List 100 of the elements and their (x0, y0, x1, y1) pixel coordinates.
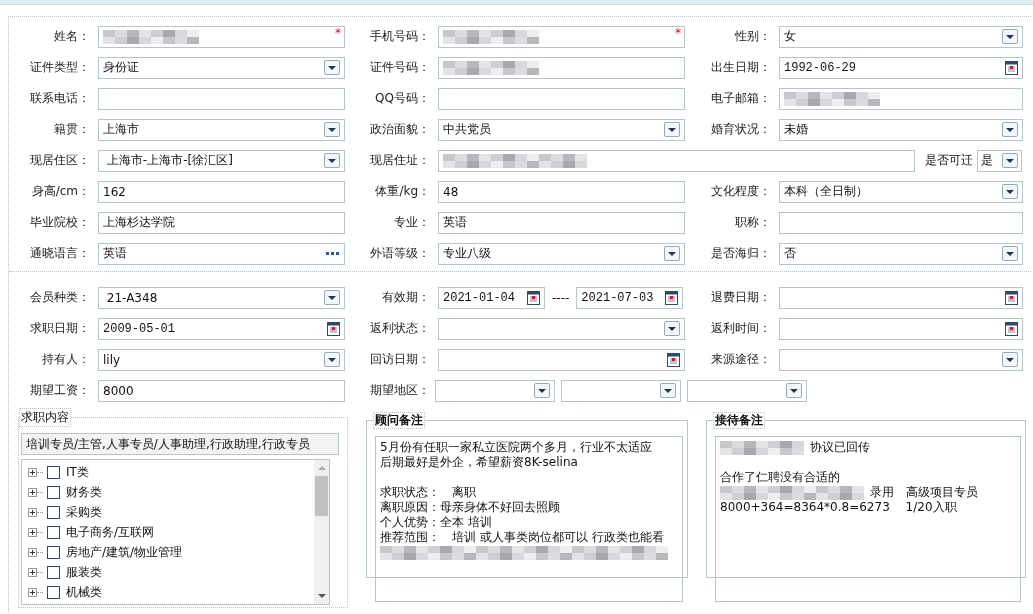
select-field[interactable]: 中共党员 (438, 118, 685, 141)
tree-item[interactable]: IT类 (66, 463, 89, 481)
tree-item[interactable]: 服装类 (66, 563, 102, 581)
field-label: 现居住区： (29, 152, 91, 169)
field-label: 婚育状况： (710, 121, 772, 138)
dropdown-button[interactable] (324, 290, 340, 305)
field-label: 返利时间： (710, 320, 772, 337)
expand-icon[interactable] (28, 547, 37, 557)
select-field[interactable] (438, 317, 685, 340)
checkbox[interactable] (47, 545, 60, 559)
calendar-icon[interactable] (667, 352, 680, 367)
select-field[interactable]: 身份证 (98, 56, 345, 79)
more-icon[interactable] (326, 251, 340, 256)
select-field[interactable] (561, 379, 681, 402)
date-field[interactable]: 1992-06-29 (779, 56, 1023, 79)
text-field[interactable]: * (98, 25, 345, 48)
text-field[interactable] (779, 87, 1023, 110)
dropdown-button[interactable] (1002, 184, 1018, 199)
calendar-icon[interactable] (327, 321, 340, 336)
checkbox[interactable] (47, 525, 60, 539)
tree-item[interactable]: 房地产/建筑/物业管理 (66, 543, 183, 561)
text-field[interactable] (98, 87, 345, 110)
date-field[interactable] (779, 317, 1023, 340)
required-mark: * (675, 25, 681, 40)
expand-icon[interactable] (28, 467, 37, 477)
calendar-icon[interactable] (1005, 290, 1018, 305)
dropdown-button[interactable] (534, 383, 550, 398)
select-field[interactable] (435, 379, 555, 402)
select-field[interactable]: 上海市-上海市-[徐汇区] (98, 149, 345, 172)
select-field[interactable]: 是 (977, 149, 1022, 172)
checkbox[interactable] (47, 485, 60, 499)
date-field[interactable]: 2021-01-04 (438, 286, 545, 309)
field-label: 电子邮箱： (710, 90, 772, 107)
select-field[interactable]: 本科（全日制） (779, 180, 1023, 203)
expand-icon[interactable] (28, 587, 37, 597)
dropdown-button[interactable] (1002, 153, 1018, 168)
calendar-icon[interactable] (1005, 321, 1018, 336)
scrollbar[interactable] (314, 460, 329, 604)
field-label: 退费日期： (710, 289, 772, 306)
select-field[interactable] (687, 379, 807, 402)
tree-item[interactable]: 机械类 (66, 583, 102, 601)
text-field[interactable] (438, 149, 915, 172)
dropdown-button[interactable] (324, 153, 340, 168)
dropdown-button[interactable] (1002, 29, 1018, 44)
field-label: 有效期： (381, 289, 431, 306)
notes-area[interactable]: 5月份有任职一家私立医院两个多月，行业不太适应 后期最好是外企，希望薪资8K-selina 求职状态： 离职 离职原因：母亲身体不好回去照顾 个人优势：全本 培训 推荐范围： 培训 或人事类岗位都可以 行政类也能看 (375, 436, 683, 602)
checkbox[interactable] (47, 585, 60, 599)
dropdown-button[interactable] (664, 321, 680, 336)
select-field[interactable]: lily (98, 348, 345, 371)
calendar-icon[interactable] (1005, 60, 1018, 75)
dropdown-button[interactable] (664, 122, 680, 137)
text-field[interactable] (779, 211, 1023, 234)
dropdown-button[interactable] (1002, 122, 1018, 137)
dropdown-button[interactable] (786, 383, 802, 398)
dropdown-button[interactable] (664, 246, 680, 261)
dropdown-button[interactable] (1002, 352, 1018, 367)
text-field[interactable] (438, 56, 685, 79)
dropdown-button[interactable] (660, 383, 676, 398)
expand-icon[interactable] (28, 507, 37, 517)
text-field[interactable]: * (438, 25, 685, 48)
text-field[interactable]: 162 (98, 180, 345, 203)
note-text: 合作了仁聘没有合适的 (720, 470, 840, 485)
checkbox[interactable] (47, 465, 60, 479)
select-field[interactable]: 专业八级 (438, 242, 685, 265)
date-field[interactable]: 2009-05-01 (98, 317, 345, 340)
tree-item[interactable]: 采购类 (66, 503, 102, 521)
field-label: 姓名： (53, 28, 91, 45)
expand-icon[interactable] (28, 527, 37, 537)
range-separator: ---- (552, 290, 570, 305)
field-label: 返利状态： (369, 320, 431, 337)
text-field[interactable]: 英语 (438, 211, 685, 234)
expand-icon[interactable] (28, 487, 37, 497)
select-field[interactable]: 否 (779, 242, 1023, 265)
expand-icon[interactable] (28, 567, 37, 577)
dropdown-button[interactable] (324, 122, 340, 137)
text-field[interactable]: 上海杉达学院 (98, 211, 345, 234)
select-field[interactable] (779, 348, 1023, 371)
date-field[interactable]: 2021-07-03 (576, 286, 684, 309)
select-field[interactable]: 上海市 (98, 118, 345, 141)
text-field[interactable]: 8000 (98, 379, 345, 402)
field-label: QQ号码： (374, 90, 431, 107)
panel-title: 求职内容 (19, 408, 71, 427)
dropdown-button[interactable] (1002, 246, 1018, 261)
calendar-icon[interactable] (527, 290, 540, 305)
select-field[interactable]: 21-A348 (98, 286, 345, 309)
text-field[interactable] (438, 87, 685, 110)
select-field[interactable]: 女 (779, 25, 1023, 48)
checkbox[interactable] (47, 565, 60, 579)
tree-item[interactable]: 电子商务/互联网 (66, 523, 155, 541)
text-field[interactable]: 48 (438, 180, 685, 203)
dropdown-button[interactable] (324, 352, 340, 367)
checkbox[interactable] (47, 505, 60, 519)
calendar-icon[interactable] (665, 290, 679, 305)
notes-area[interactable]: 协议已回传 合作了仁聘没有合适的 录用 高级项目专员 8000+364=8364*0.8=6273 1/20入职 (715, 436, 1021, 602)
select-field[interactable]: 未婚 (779, 118, 1023, 141)
date-field[interactable] (779, 286, 1023, 309)
date-field[interactable] (438, 348, 685, 371)
text-field[interactable]: 英语 (98, 242, 345, 265)
dropdown-button[interactable] (324, 60, 340, 75)
tree-item[interactable]: 财务类 (66, 483, 102, 501)
